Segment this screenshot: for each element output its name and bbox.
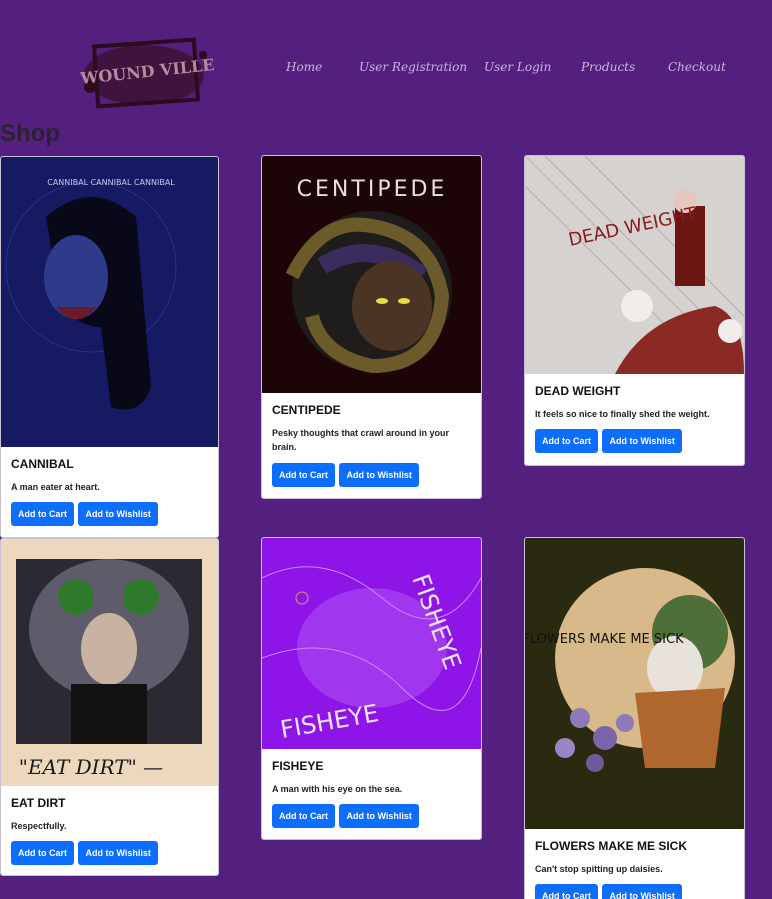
product-title: DEAD WEIGHT [535,384,621,398]
product-image-centipede[interactable]: CENTIPEDE [262,156,481,393]
product-description: It feels so nice to finally shed the wei… [535,409,710,419]
svg-text:CANNIBAL CANNIBAL CANNIBAL: CANNIBAL CANNIBAL CANNIBAL [47,178,175,187]
add-to-wishlist-button[interactable]: Add to Wishlist [339,462,419,487]
product-image-dead-weight[interactable]: DEAD WEIGHT [525,156,744,374]
product-card: "EAT DIRT" — EAT DIRT Respectfully. Add … [0,538,219,876]
nav-products[interactable]: Products [581,60,635,74]
product-description: Pesky thoughts that crawl around in your… [272,428,450,453]
product-image-eat-dirt[interactable]: "EAT DIRT" — [1,539,218,786]
product-description: A man eater at heart. [11,482,100,492]
product-title: FLOWERS MAKE ME SICK [535,839,687,853]
add-to-wishlist-button[interactable]: Add to Wishlist [602,884,682,899]
product-image-flowers-make-me-sick[interactable]: FLOWERS MAKE ME SICK [525,538,744,829]
product-description: Respectfully. [11,821,67,831]
add-to-cart-button[interactable]: Add to Cart [11,502,74,527]
product-card: CANNIBAL CANNIBAL CANNIBAL CANNIBAL A ma… [0,156,219,538]
add-to-cart-button[interactable]: Add to Cart [11,841,74,866]
product-title: CENTIPEDE [272,403,341,417]
product-card: DEAD WEIGHT DEAD WEIGHT It feels so nice… [524,155,745,466]
product-title: EAT DIRT [11,796,66,810]
add-to-cart-button[interactable]: Add to Cart [272,462,335,487]
add-to-wishlist-button[interactable]: Add to Wishlist [602,429,682,454]
nav-user-registration[interactable]: User Registration [359,60,467,74]
add-to-wishlist-button[interactable]: Add to Wishlist [78,841,158,866]
product-image-fisheye[interactable]: FISHEYE FISHEYE [262,538,481,749]
add-to-wishlist-button[interactable]: Add to Wishlist [78,502,158,527]
add-to-cart-button[interactable]: Add to Cart [535,429,598,454]
svg-text:"EAT DIRT" —: "EAT DIRT" — [19,755,163,779]
product-title: CANNIBAL [11,457,74,471]
nav-user-login[interactable]: User Login [484,60,551,74]
add-to-cart-button[interactable]: Add to Cart [535,884,598,899]
site-logo[interactable]: WOUND VILLE [78,25,216,117]
nav-checkout[interactable]: Checkout [668,60,726,74]
product-description: Can't stop spitting up daisies. [535,864,663,874]
nav-home[interactable]: Home [286,60,322,74]
add-to-cart-button[interactable]: Add to Cart [272,804,335,829]
product-card: FLOWERS MAKE ME SICK FLOWERS MAKE ME SIC… [524,537,745,899]
svg-text:CENTIPEDE: CENTIPEDE [297,177,448,202]
page-title: Shop [0,120,60,147]
product-image-cannibal[interactable]: CANNIBAL CANNIBAL CANNIBAL [1,157,218,447]
add-to-wishlist-button[interactable]: Add to Wishlist [339,804,419,829]
product-card: FISHEYE FISHEYE FISHEYE A man with his e… [261,537,482,840]
product-description: A man with his eye on the sea. [272,784,403,794]
svg-text:FLOWERS MAKE ME SICK: FLOWERS MAKE ME SICK [525,632,684,647]
product-card: CENTIPEDE CENTIPEDE Pesky thoughts that … [261,155,482,499]
product-title: FISHEYE [272,759,324,773]
